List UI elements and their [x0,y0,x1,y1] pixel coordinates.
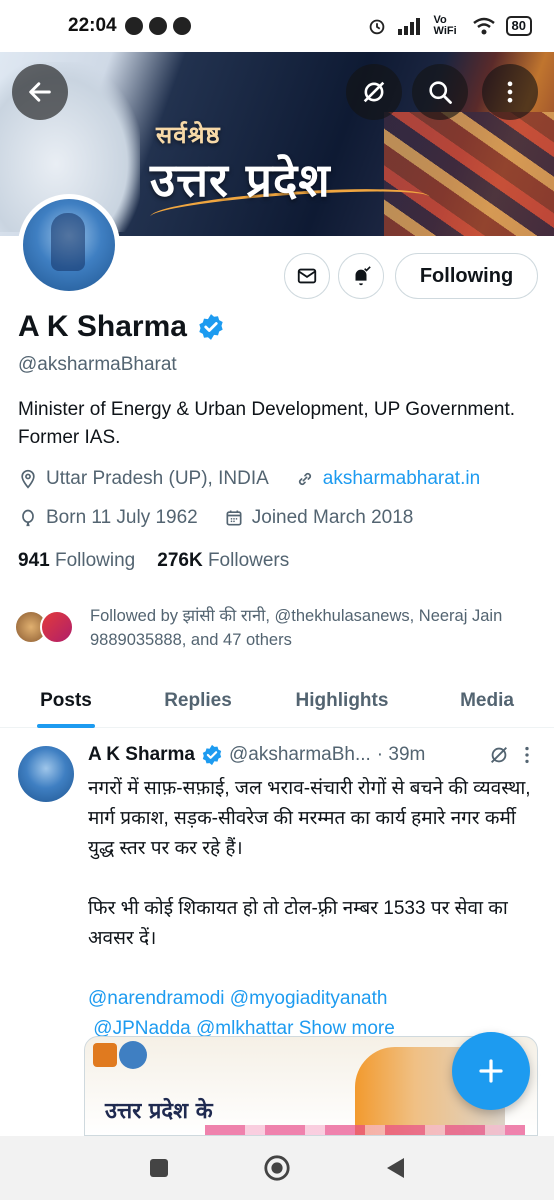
profile-tabs: Posts Replies Highlights Media [0,676,554,728]
back-nav-button[interactable] [381,1154,409,1182]
whatsapp-icon [124,17,143,35]
tweet-header: A K Sharma @aksharmaBh... · 39m [88,744,538,766]
followers-count-link[interactable]: 276K Followers [157,550,289,572]
alarm-icon [369,19,384,35]
app-notification-icon [172,17,191,35]
profile-birthdate: Born 11 July 1962 [46,507,198,528]
verified-badge-icon[interactable] [197,313,225,341]
tweet-paragraph: फिर भी कोई शिकायत हो तो टोल-फ़्री नम्बर … [88,898,508,949]
tweet-author-handle: @aksharmaBh... [229,744,371,765]
party-logo [93,1043,117,1067]
profile-bio: Minister of Energy & Urban Development, … [18,399,516,448]
tweet-mentions[interactable]: @narendramodi @myogiadityanath [88,984,538,1014]
home-button[interactable] [263,1154,291,1182]
tweet-author-avatar[interactable] [18,746,74,802]
search-icon [429,81,452,104]
verified-badge-icon [202,744,222,766]
more-vertical-icon [507,81,513,103]
following-count-link[interactable]: 941 Following [18,550,135,572]
status-time: 22:04 [68,15,117,36]
notifications-button[interactable] [338,253,384,299]
tweet-author-name[interactable]: A K Sharma [88,744,195,766]
location-pin-icon [21,469,35,489]
following-button[interactable]: Following [395,253,538,299]
tweet-timestamp: · 39m [376,744,426,765]
banner-title: सर्वश्रेष्ठ उत्तर प्रदेश [150,120,331,208]
square-icon [150,1159,168,1177]
profile-meta-row-2: Born 11 July 1962 Joined March 2018 [18,507,413,529]
profile-join-date: Joined March 2018 [251,507,414,528]
envelope-icon [297,268,317,284]
profile-handle: @aksharmaBharat [18,354,177,375]
signal-icon [397,18,420,35]
status-bar: 22:04 Vo WiFi 80 [0,0,554,52]
more-vertical-icon[interactable] [516,744,538,766]
follower-avatar [40,610,74,644]
avatar [23,199,115,291]
message-icon [148,17,167,35]
link-icon [298,472,311,486]
profile-name: A K Sharma [18,310,187,343]
recent-apps-button[interactable] [145,1154,173,1182]
tweet-text[interactable]: नगरों में साफ़-सफ़ाई, जल भराव-संचारी रोग… [88,774,538,1044]
triangle-back-icon [387,1158,404,1178]
wifi-icon [472,17,495,35]
follow-counts: 941 Following 276K Followers [18,550,289,572]
bell-check-icon [353,266,371,286]
arrow-left-icon [29,82,51,102]
more-options-button[interactable] [482,64,538,120]
vowifi-label: Vo WiFi [433,14,457,37]
profile-location: Uttar Pradesh (UP), INDIA [46,468,269,489]
media-title-text: उत्तर प्रदेश के [105,1099,213,1124]
calendar-icon [226,510,242,526]
profile-meta-row-1: Uttar Pradesh (UP), INDIA aksharmabharat… [18,468,480,490]
plus-icon [479,1059,503,1083]
back-button[interactable] [12,64,68,120]
circle-home-icon [264,1155,290,1181]
profile-avatar[interactable] [18,194,120,296]
tweet-paragraph: नगरों में साफ़-सफ़ाई, जल भराव-संचारी रोग… [88,778,531,859]
balloon-icon [22,509,34,527]
grok-icon [363,81,385,103]
tab-media[interactable]: Media [420,676,554,727]
author-logo [119,1041,147,1069]
grok-icon[interactable] [488,744,510,766]
message-button[interactable] [284,253,330,299]
battery-indicator: 80 [505,16,532,36]
profile-name-row: A K Sharma [18,310,225,344]
profile-website-link[interactable]: aksharmabharat.in [323,468,480,490]
grok-button[interactable] [346,64,402,120]
system-nav-bar [0,1136,554,1200]
search-button[interactable] [412,64,468,120]
followed-by-row[interactable]: Followed by झांसी की रानी, @thekhulasane… [14,604,530,652]
tab-highlights[interactable]: Highlights [264,676,420,727]
tab-replies[interactable]: Replies [132,676,264,727]
compose-button[interactable] [452,1032,530,1110]
banner-photo-collage [384,112,554,236]
followed-by-text: Followed by झांसी की रानी, @thekhulasane… [90,607,503,649]
tab-posts[interactable]: Posts [0,676,132,727]
